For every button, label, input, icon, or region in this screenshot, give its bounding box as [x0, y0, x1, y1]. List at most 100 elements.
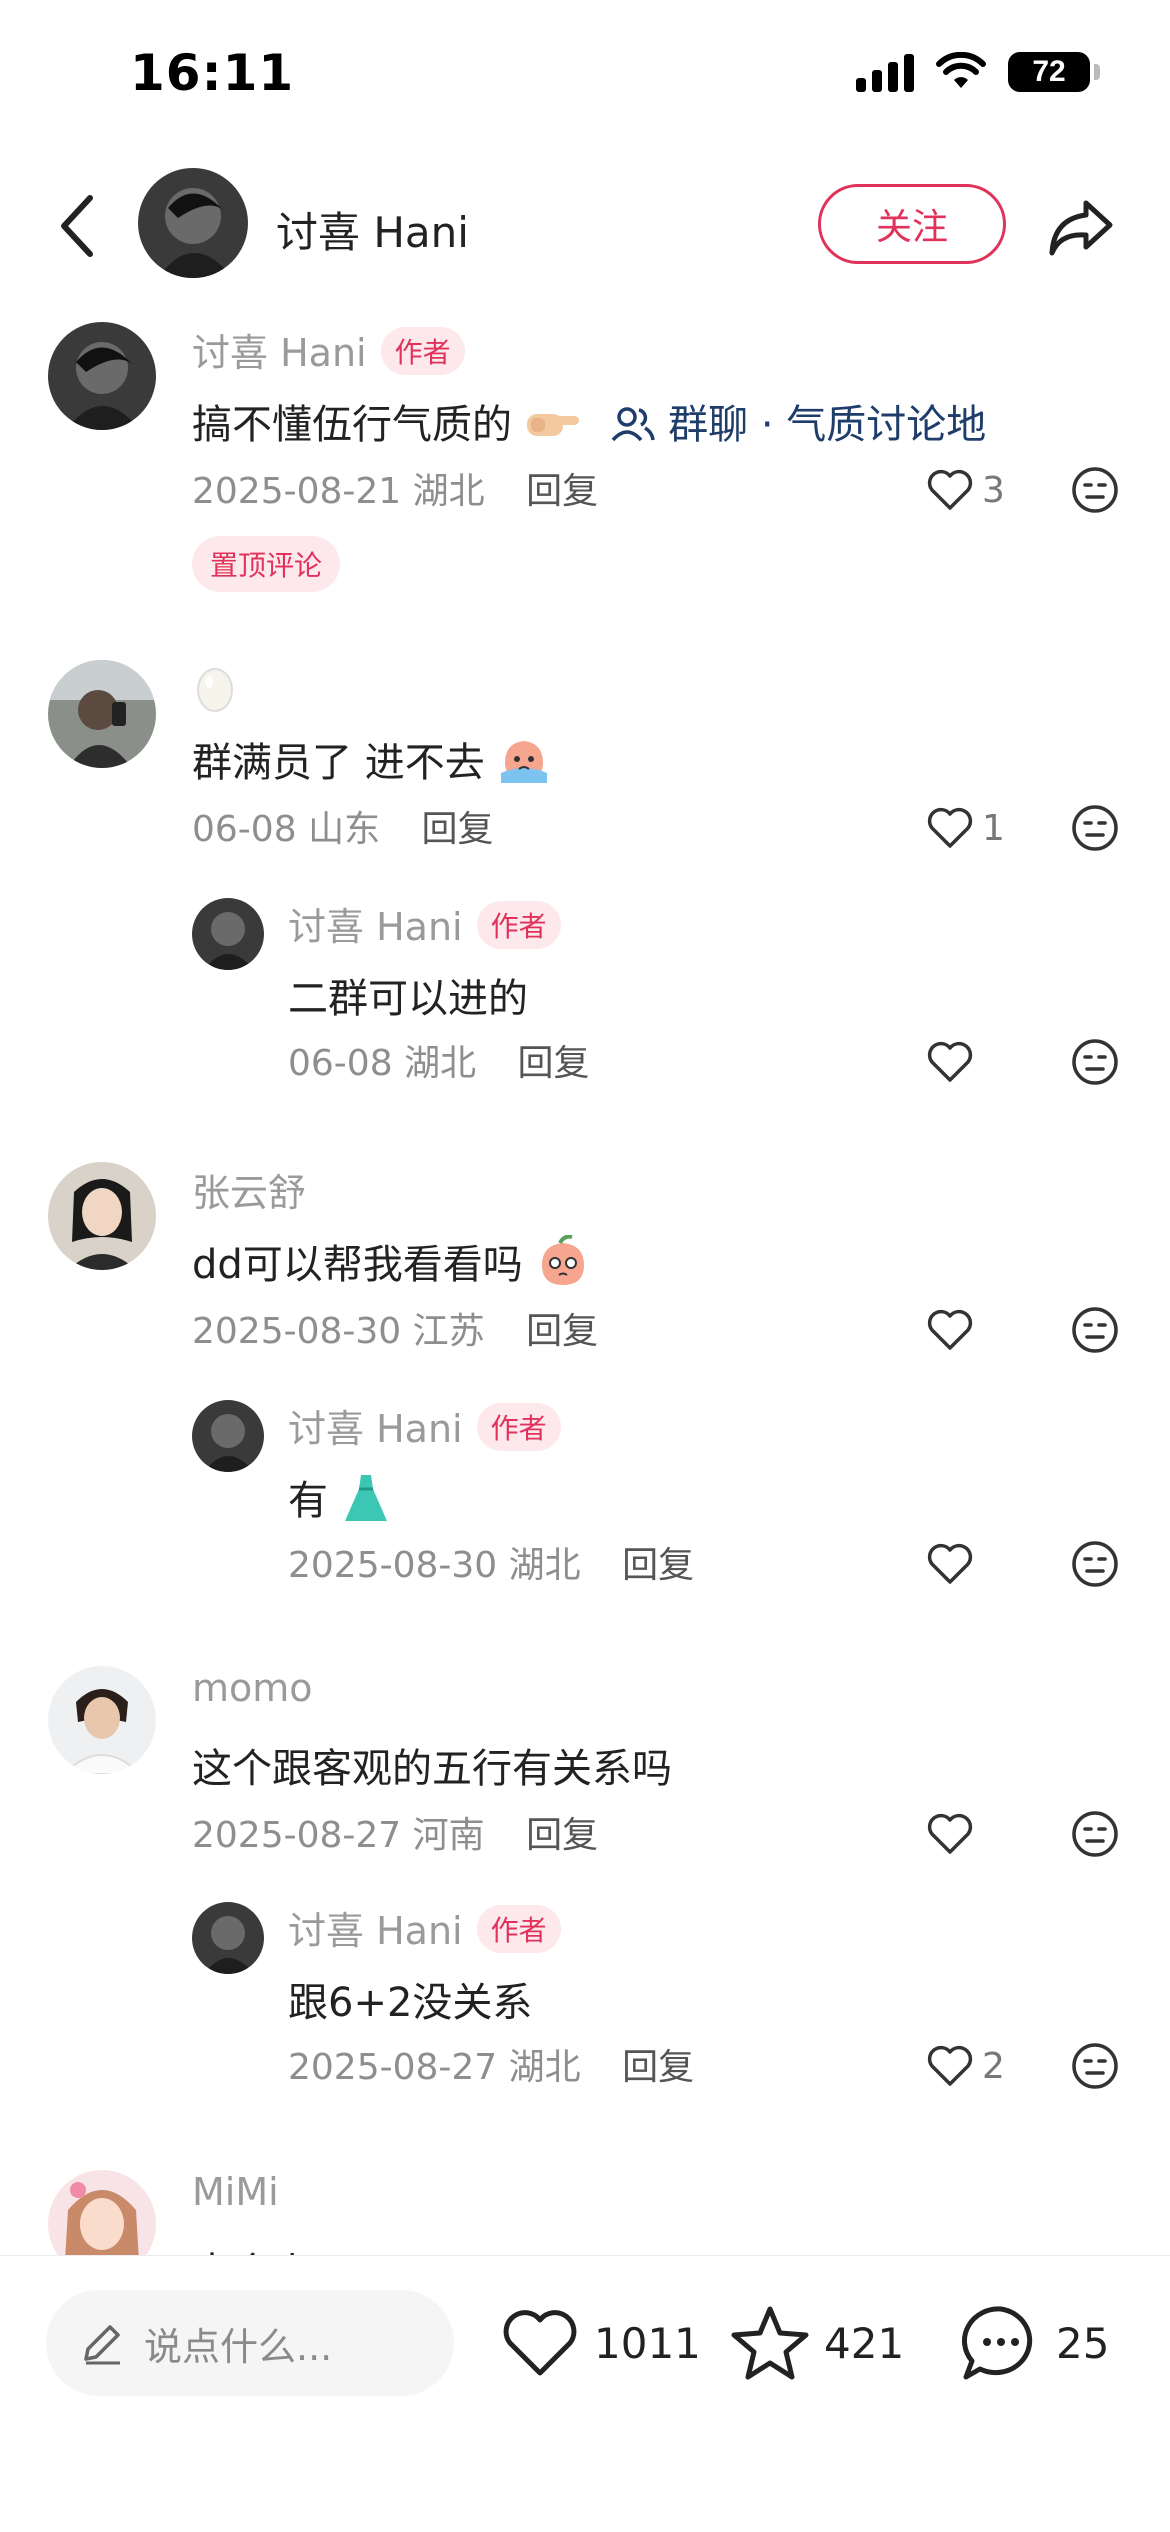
comment-text[interactable]: dd可以帮我看看吗 [192, 1232, 590, 1299]
comment-text[interactable]: 搞不懂伍行气质的 群聊 · 气质讨论地 [192, 392, 986, 452]
reply-button[interactable]: 回复 [518, 1043, 590, 1084]
pleading-peach-emoji-icon [536, 1234, 590, 1299]
comment-date: 2025-08-27 [192, 1815, 402, 1856]
comment-author[interactable]: 讨喜 Hani 作者 [192, 322, 465, 377]
dislike-face-icon[interactable] [1070, 803, 1120, 853]
like-button[interactable]: 1 [926, 803, 1005, 853]
avatar[interactable] [48, 660, 156, 768]
reply-button[interactable]: 回复 [622, 1545, 694, 1586]
comment-author[interactable]: 张云舒 [192, 1162, 306, 1217]
follow-button[interactable]: 关注 [818, 184, 1006, 264]
reply-avatar[interactable] [192, 1902, 264, 1974]
author-name[interactable]: 讨喜 Hani [276, 199, 469, 260]
like-button[interactable]: 2 [926, 2041, 1005, 2091]
reply-author[interactable]: 讨喜 Hani 作者 [288, 1900, 561, 1955]
like-count: 3 [982, 469, 1005, 511]
comment-meta: 2025-08-30 江苏 回复 [192, 1302, 598, 1354]
favorite-post-button[interactable]: 421 [730, 2296, 904, 2390]
dislike-face-icon[interactable] [1070, 1305, 1120, 1355]
comment-bubble-icon [961, 2306, 1033, 2380]
comment-location: 湖北 [412, 471, 485, 512]
heart-icon [927, 1813, 973, 1854]
comment-location: 河南 [412, 1815, 485, 1856]
post-comment-count: 25 [1056, 2318, 1110, 2368]
heart-icon [503, 2310, 577, 2376]
comment-date: 2025-08-21 [192, 471, 402, 512]
reply-button[interactable]: 回复 [622, 2047, 694, 2088]
reply-button[interactable]: 回复 [526, 471, 598, 512]
comment-location: 山东 [308, 809, 381, 850]
avatar[interactable] [48, 1666, 156, 1774]
like-post-button[interactable]: 1011 [500, 2296, 701, 2390]
heart-icon [927, 2045, 973, 2086]
like-button[interactable] [926, 1539, 982, 1589]
heart-icon [927, 1543, 973, 1584]
heart-icon [927, 1041, 973, 1082]
comment-date: 2025-08-30 [192, 1311, 402, 1352]
reply-text[interactable]: 跟6+2没关系 [288, 1970, 532, 2028]
reply-avatar[interactable] [192, 898, 264, 970]
comment-input-placeholder: 说点什么... [144, 2324, 333, 2369]
author-tag: 作者 [476, 901, 561, 949]
dislike-face-icon[interactable] [1070, 1539, 1120, 1589]
reply-text[interactable]: 二群可以进的 [288, 966, 528, 1024]
avatar[interactable] [48, 322, 156, 430]
comment-list[interactable]: 讨喜 Hani 作者 搞不懂伍行气质的 群聊 · 气质讨论地 2025-08-21… [0, 300, 1170, 2255]
reply-author[interactable]: 讨喜 Hani 作者 [288, 1398, 561, 1453]
comment-meta: 06-08 山东 回复 [192, 800, 494, 852]
share-button[interactable] [1045, 191, 1117, 263]
avatar[interactable] [48, 1162, 156, 1270]
comment-text[interactable]: 这个跟客观的五行有关系吗 [192, 1736, 672, 1794]
heart-icon [927, 1309, 973, 1350]
like-button[interactable]: 3 [926, 465, 1005, 515]
reply-location: 湖北 [508, 1545, 581, 1586]
status-icons: 72 [856, 52, 1100, 92]
reply-meta: 2025-08-27 湖北 回复 [288, 2038, 694, 2090]
back-button[interactable] [48, 191, 108, 261]
comment-author[interactable] [192, 660, 238, 723]
comment-input[interactable]: 说点什么... [46, 2290, 454, 2396]
status-bar: 16:11 72 [0, 0, 1170, 150]
author-tag: 作者 [380, 327, 465, 375]
reply-button[interactable]: 回复 [422, 809, 494, 850]
comment-meta: 2025-08-27 河南 回复 [192, 1806, 598, 1858]
reply-author[interactable]: 讨喜 Hani 作者 [288, 896, 561, 951]
wifi-icon [936, 52, 986, 88]
like-count: 1 [982, 807, 1005, 849]
heart-icon [927, 469, 973, 510]
heart-icon [927, 807, 973, 848]
avatar[interactable] [48, 2170, 156, 2255]
comment-author[interactable]: MiMi [192, 2170, 279, 2214]
dislike-face-icon[interactable] [1070, 465, 1120, 515]
comment-author[interactable]: momo [192, 1666, 313, 1710]
reply-date: 2025-08-30 [288, 1545, 498, 1586]
dislike-face-icon[interactable] [1070, 1037, 1120, 1087]
like-button[interactable] [926, 1037, 982, 1087]
like-button[interactable] [926, 1809, 982, 1859]
comment-post-button[interactable]: 25 [960, 2296, 1109, 2390]
reply-date: 06-08 [288, 1043, 393, 1084]
reply-location: 湖北 [508, 2047, 581, 2088]
comment-date: 06-08 [192, 809, 297, 850]
comment-location: 江苏 [412, 1311, 485, 1352]
dislike-face-icon[interactable] [1070, 2041, 1120, 2091]
pinned-comment-tag: 置顶评论 [192, 536, 341, 592]
reply-meta: 06-08 湖北 回复 [288, 1034, 590, 1086]
pencil-icon [84, 2325, 120, 2365]
reply-avatar[interactable] [192, 1400, 264, 1472]
author-tag: 作者 [476, 1905, 561, 1953]
header: 讨喜 Hani 关注 [0, 165, 1170, 285]
group-chat-link[interactable]: 群聊 · 气质讨论地 [611, 402, 986, 448]
like-button[interactable] [926, 1305, 982, 1355]
battery-icon: 72 [1008, 52, 1100, 92]
comment-meta: 2025-08-21 湖北 回复 [192, 462, 598, 514]
dislike-face-icon[interactable] [1070, 1809, 1120, 1859]
reply-button[interactable]: 回复 [526, 1311, 598, 1352]
reply-text[interactable]: 有 [288, 1468, 391, 1535]
comment-text[interactable]: 群满员了 进不去 [192, 730, 551, 797]
author-tag: 作者 [476, 1403, 561, 1451]
comment-text[interactable]: 大会小吧 [192, 2240, 352, 2255]
egg-emoji-icon [192, 668, 238, 723]
reply-button[interactable]: 回复 [526, 1815, 598, 1856]
author-avatar[interactable] [138, 168, 248, 278]
